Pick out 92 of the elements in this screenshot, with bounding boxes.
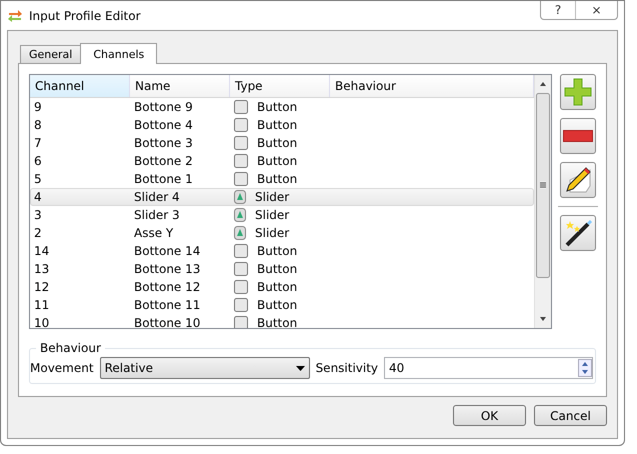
table-cell-text: Button <box>256 280 298 294</box>
remove-button[interactable] <box>560 118 596 154</box>
table-cell-text: 3 <box>33 208 43 222</box>
table-row[interactable]: 8 Bottone 4 Button <box>30 116 534 134</box>
checkbox-icon <box>234 154 248 168</box>
table-cell-text: Button <box>256 244 298 258</box>
checkbox-icon <box>234 244 248 258</box>
checkbox-icon <box>234 118 248 132</box>
table-row[interactable]: 6 Bottone 2 Button <box>30 152 534 170</box>
slider-icon <box>234 226 246 240</box>
table-cell-text: Bottone 3 <box>133 136 194 150</box>
dialog-button[interactable]: Cancel <box>534 405 607 426</box>
table-cell-text: 14 <box>33 244 50 258</box>
edit-button[interactable] <box>560 162 596 198</box>
table-row[interactable]: 12 Bottone 12 Button <box>30 278 534 296</box>
table-cell-text: 13 <box>33 262 50 276</box>
table-cell-text: Button <box>256 298 298 312</box>
table-cell-text: 2 <box>33 226 43 240</box>
sensitivity-spinbox[interactable]: 40 <box>384 357 593 379</box>
pencil-icon <box>564 166 592 194</box>
column-header[interactable]: Channel <box>30 75 130 97</box>
table-cell-text: 5 <box>33 172 43 186</box>
window-title: Input Profile Editor <box>29 8 141 22</box>
table-cell-text: 10 <box>33 316 50 328</box>
table-cell-text: Button <box>256 316 298 328</box>
checkbox-icon <box>234 262 248 276</box>
table-cell-text: Button <box>256 262 298 276</box>
table-row[interactable]: 9 Bottone 9 Button <box>30 98 534 116</box>
table-row[interactable]: 13 Bottone 13 Button <box>30 260 534 278</box>
table-cell-text: Bottone 4 <box>133 118 194 132</box>
movement-dropdown[interactable]: Relative <box>100 357 310 379</box>
table-cell-text: Button <box>256 136 298 150</box>
slider-icon <box>234 190 246 204</box>
dialog-button[interactable]: OK <box>453 405 526 426</box>
table-cell-text: 12 <box>33 280 50 294</box>
table-row[interactable]: 3 Slider 3 Slider <box>30 206 534 224</box>
table-row[interactable]: 2 Asse Y Slider <box>30 224 534 242</box>
table-cell-text: Slider <box>254 190 290 204</box>
spin-arrows-icon[interactable] <box>578 359 592 377</box>
table-cell-text: Button <box>256 118 298 132</box>
help-button[interactable]: ? <box>541 1 575 19</box>
table-cell-text: Slider <box>254 208 290 222</box>
dropdown-arrow-icon <box>296 366 305 370</box>
table-cell-text: 9 <box>33 100 43 114</box>
checkbox-icon <box>234 280 248 294</box>
table-cell-text: Button <box>256 100 298 114</box>
table-row[interactable]: 7 Bottone 3 Button <box>30 134 534 152</box>
table-cell-text: 6 <box>33 154 43 168</box>
table-cell-text: Slider <box>254 226 290 240</box>
table-cell-text: 8 <box>33 118 43 132</box>
table-row[interactable]: 10 Bottone 10 Button <box>30 314 534 328</box>
column-header[interactable]: Type <box>230 75 330 97</box>
add-button[interactable] <box>560 74 596 110</box>
plus-icon <box>564 78 592 106</box>
table-cell-text: Bottone 2 <box>133 154 194 168</box>
table-cell-text: Bottone 14 <box>133 244 202 258</box>
table-cell-text: 7 <box>33 136 43 150</box>
checkbox-icon <box>234 136 248 150</box>
table-cell-text: Slider 3 <box>133 208 181 222</box>
movement-label: Movement <box>30 361 94 375</box>
magic-wand-icon <box>564 219 592 247</box>
table-cell-text: 11 <box>33 298 50 312</box>
wizard-button[interactable] <box>560 215 596 251</box>
table-cell-text: Button <box>256 172 298 186</box>
scrollbar[interactable] <box>534 75 551 328</box>
table-cell-text: Bottone 9 <box>133 100 194 114</box>
table-cell-text: Button <box>256 154 298 168</box>
column-header[interactable]: Name <box>130 75 230 97</box>
table-cell-text: Slider 4 <box>133 190 181 204</box>
table-row[interactable]: 5 Bottone 1 Button <box>30 170 534 188</box>
tab[interactable]: General <box>20 45 82 63</box>
table-cell-text: Bottone 13 <box>133 262 202 276</box>
table-cell-text: Bottone 12 <box>133 280 202 294</box>
slider-icon <box>234 208 246 222</box>
table-row[interactable]: 11 Bottone 11 Button <box>30 296 534 314</box>
group-title: Behaviour <box>39 341 102 355</box>
table-cell-text: 4 <box>33 190 43 204</box>
table-cell-text: Bottone 11 <box>133 298 202 312</box>
sensitivity-label: Sensitivity <box>316 361 378 375</box>
close-button[interactable]: × <box>575 1 617 19</box>
checkbox-icon <box>234 298 248 312</box>
table-row[interactable]: 4 Slider 4 Slider <box>30 188 534 206</box>
checkbox-icon <box>234 172 248 186</box>
checkbox-icon <box>234 100 248 114</box>
table-cell-text: Bottone 1 <box>133 172 194 186</box>
table-row[interactable]: 14 Bottone 14 Button <box>30 242 534 260</box>
minus-icon <box>563 130 593 142</box>
arrows-icon <box>7 8 23 22</box>
table-cell-text: Asse Y <box>133 226 174 240</box>
table-cell-text: Bottone 10 <box>133 316 202 328</box>
checkbox-icon <box>234 316 248 328</box>
tab[interactable]: Channels <box>80 43 158 64</box>
